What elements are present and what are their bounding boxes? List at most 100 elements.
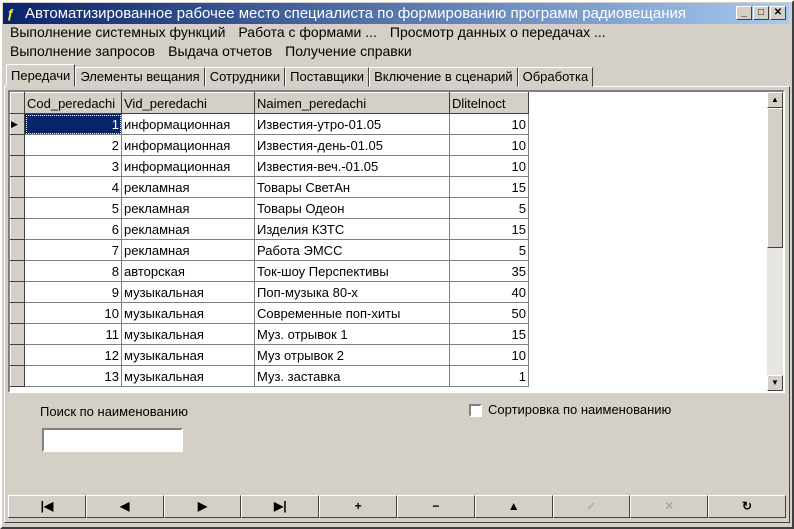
table-row[interactable]: 9 музыкальная Поп-музыка 80-х 40 <box>10 281 529 303</box>
row-indicator[interactable] <box>10 260 25 282</box>
cell-dlitelnost[interactable]: 15 <box>449 218 529 240</box>
maximize-button[interactable]: □ <box>753 6 769 20</box>
cell-vid[interactable]: рекламная <box>121 239 255 261</box>
scroll-down-button[interactable]: ▼ <box>767 375 783 391</box>
prior-record-button[interactable]: ◀ <box>85 495 164 518</box>
row-indicator[interactable] <box>10 281 25 303</box>
cell-naimen[interactable]: Изделия КЗТС <box>254 218 450 240</box>
cell-cod[interactable]: 5 <box>24 197 122 219</box>
cell-cod[interactable]: 7 <box>24 239 122 261</box>
table-row[interactable]: 6 рекламная Изделия КЗТС 15 <box>10 218 529 240</box>
row-indicator[interactable] <box>10 218 25 240</box>
delete-record-button[interactable]: − <box>396 495 475 518</box>
cell-naimen[interactable]: Поп-музыка 80-х <box>254 281 450 303</box>
cell-vid[interactable]: музыкальная <box>121 365 255 387</box>
cell-vid[interactable]: рекламная <box>121 176 255 198</box>
post-record-button[interactable]: ✓ <box>552 495 631 518</box>
row-indicator[interactable]: ▶ <box>10 113 25 135</box>
cell-cod[interactable]: 3 <box>24 155 122 177</box>
refresh-button[interactable]: ↻ <box>708 495 786 518</box>
cell-dlitelnost[interactable]: 5 <box>449 197 529 219</box>
column-header-vid[interactable]: Vid_peredachi <box>121 92 255 114</box>
table-row[interactable]: 12 музыкальная Муз отрывок 2 10 <box>10 344 529 366</box>
minimize-button[interactable]: _ <box>736 6 752 20</box>
cell-dlitelnost[interactable]: 40 <box>449 281 529 303</box>
row-indicator[interactable] <box>10 365 25 387</box>
tab-employees[interactable]: Сотрудники <box>204 67 286 87</box>
table-row[interactable]: 7 рекламная Работа ЭМСС 5 <box>10 239 529 261</box>
cell-dlitelnost[interactable]: 50 <box>449 302 529 324</box>
cell-naimen[interactable]: Муз. отрывок 1 <box>254 323 450 345</box>
cell-vid[interactable]: авторская <box>121 260 255 282</box>
cell-dlitelnost[interactable]: 35 <box>449 260 529 282</box>
cell-vid[interactable]: музыкальная <box>121 281 255 303</box>
cancel-edit-button[interactable]: ✕ <box>630 495 709 518</box>
table-row[interactable]: 13 музыкальная Муз. заставка 1 <box>10 365 529 387</box>
table-row[interactable]: 4 рекламная Товары СветАн 15 <box>10 176 529 198</box>
row-indicator[interactable] <box>10 134 25 156</box>
row-indicator[interactable] <box>10 344 25 366</box>
cell-naimen[interactable]: Работа ЭМСС <box>254 239 450 261</box>
cell-cod[interactable]: 1 <box>24 113 122 135</box>
insert-record-button[interactable]: + <box>319 495 397 518</box>
cell-vid[interactable]: музыкальная <box>121 344 255 366</box>
first-record-button[interactable]: |◀ <box>8 495 86 518</box>
column-header-dlitelnost[interactable]: Dlitelnoct <box>449 92 529 114</box>
close-button[interactable]: ✕ <box>770 6 786 20</box>
cell-dlitelnost[interactable]: 10 <box>449 155 529 177</box>
sort-checkbox[interactable] <box>469 404 482 417</box>
cell-cod[interactable]: 6 <box>24 218 122 240</box>
cell-dlitelnost[interactable]: 10 <box>449 113 529 135</box>
cell-naimen[interactable]: Товары Одеон <box>254 197 450 219</box>
row-indicator[interactable] <box>10 302 25 324</box>
cell-naimen[interactable]: Известия-веч.-01.05 <box>254 155 450 177</box>
vertical-scrollbar[interactable]: ▲ ▼ <box>767 92 783 391</box>
table-row[interactable]: 11 музыкальная Муз. отрывок 1 15 <box>10 323 529 345</box>
cell-naimen[interactable]: Современные поп-хиты <box>254 302 450 324</box>
menu-reports[interactable]: Выдача отчетов <box>168 43 272 59</box>
edit-record-button[interactable]: ▲ <box>474 495 553 518</box>
cell-cod[interactable]: 13 <box>24 365 122 387</box>
tab-processing[interactable]: Обработка <box>517 67 594 87</box>
cell-naimen[interactable]: Товары СветАн <box>254 176 450 198</box>
row-indicator[interactable] <box>10 239 25 261</box>
menu-forms[interactable]: Работа с формами ... <box>238 24 376 40</box>
menu-view-broadcasts[interactable]: Просмотр данных о передачах ... <box>390 24 606 40</box>
table-row[interactable]: 8 авторская Ток-шоу Перспективы 35 <box>10 260 529 282</box>
tab-broadcast-elements[interactable]: Элементы вещания <box>75 67 205 87</box>
cell-vid[interactable]: информационная <box>121 134 255 156</box>
row-indicator[interactable] <box>10 197 25 219</box>
tab-suppliers[interactable]: Поставщики <box>285 67 370 87</box>
cell-cod[interactable]: 11 <box>24 323 122 345</box>
cell-dlitelnost[interactable]: 5 <box>449 239 529 261</box>
data-grid[interactable]: Cod_peredachi Vid_peredachi Naimen_pered… <box>8 90 785 393</box>
row-indicator[interactable] <box>10 323 25 345</box>
cell-naimen[interactable]: Муз отрывок 2 <box>254 344 450 366</box>
cell-vid[interactable]: музыкальная <box>121 302 255 324</box>
cell-dlitelnost[interactable]: 15 <box>449 176 529 198</box>
cell-vid[interactable]: музыкальная <box>121 323 255 345</box>
column-header-cod[interactable]: Cod_peredachi <box>24 92 122 114</box>
last-record-button[interactable]: ▶| <box>241 495 320 518</box>
tab-broadcasts[interactable]: Передачи <box>6 64 76 87</box>
table-row[interactable]: 5 рекламная Товары Одеон 5 <box>10 197 529 219</box>
tab-scenario-inclusion[interactable]: Включение в сценарий <box>369 67 518 87</box>
cell-naimen[interactable]: Известия-день-01.05 <box>254 134 450 156</box>
cell-naimen[interactable]: Муз. заставка <box>254 365 450 387</box>
cell-dlitelnost[interactable]: 1 <box>449 365 529 387</box>
column-header-naimen[interactable]: Naimen_peredachi <box>254 92 450 114</box>
cell-cod[interactable]: 4 <box>24 176 122 198</box>
cell-vid[interactable]: информационная <box>121 155 255 177</box>
cell-cod[interactable]: 9 <box>24 281 122 303</box>
cell-vid[interactable]: рекламная <box>121 218 255 240</box>
next-record-button[interactable]: ▶ <box>163 495 242 518</box>
row-indicator[interactable] <box>10 176 25 198</box>
cell-dlitelnost[interactable]: 10 <box>449 344 529 366</box>
scroll-up-button[interactable]: ▲ <box>767 92 783 108</box>
menu-queries[interactable]: Выполнение запросов <box>10 43 155 59</box>
cell-cod[interactable]: 12 <box>24 344 122 366</box>
cell-cod[interactable]: 10 <box>24 302 122 324</box>
sort-label[interactable]: Сортировка по наименованию <box>488 402 671 417</box>
menu-system-functions[interactable]: Выполнение системных функций <box>10 24 225 40</box>
table-row[interactable]: 10 музыкальная Современные поп-хиты 50 <box>10 302 529 324</box>
